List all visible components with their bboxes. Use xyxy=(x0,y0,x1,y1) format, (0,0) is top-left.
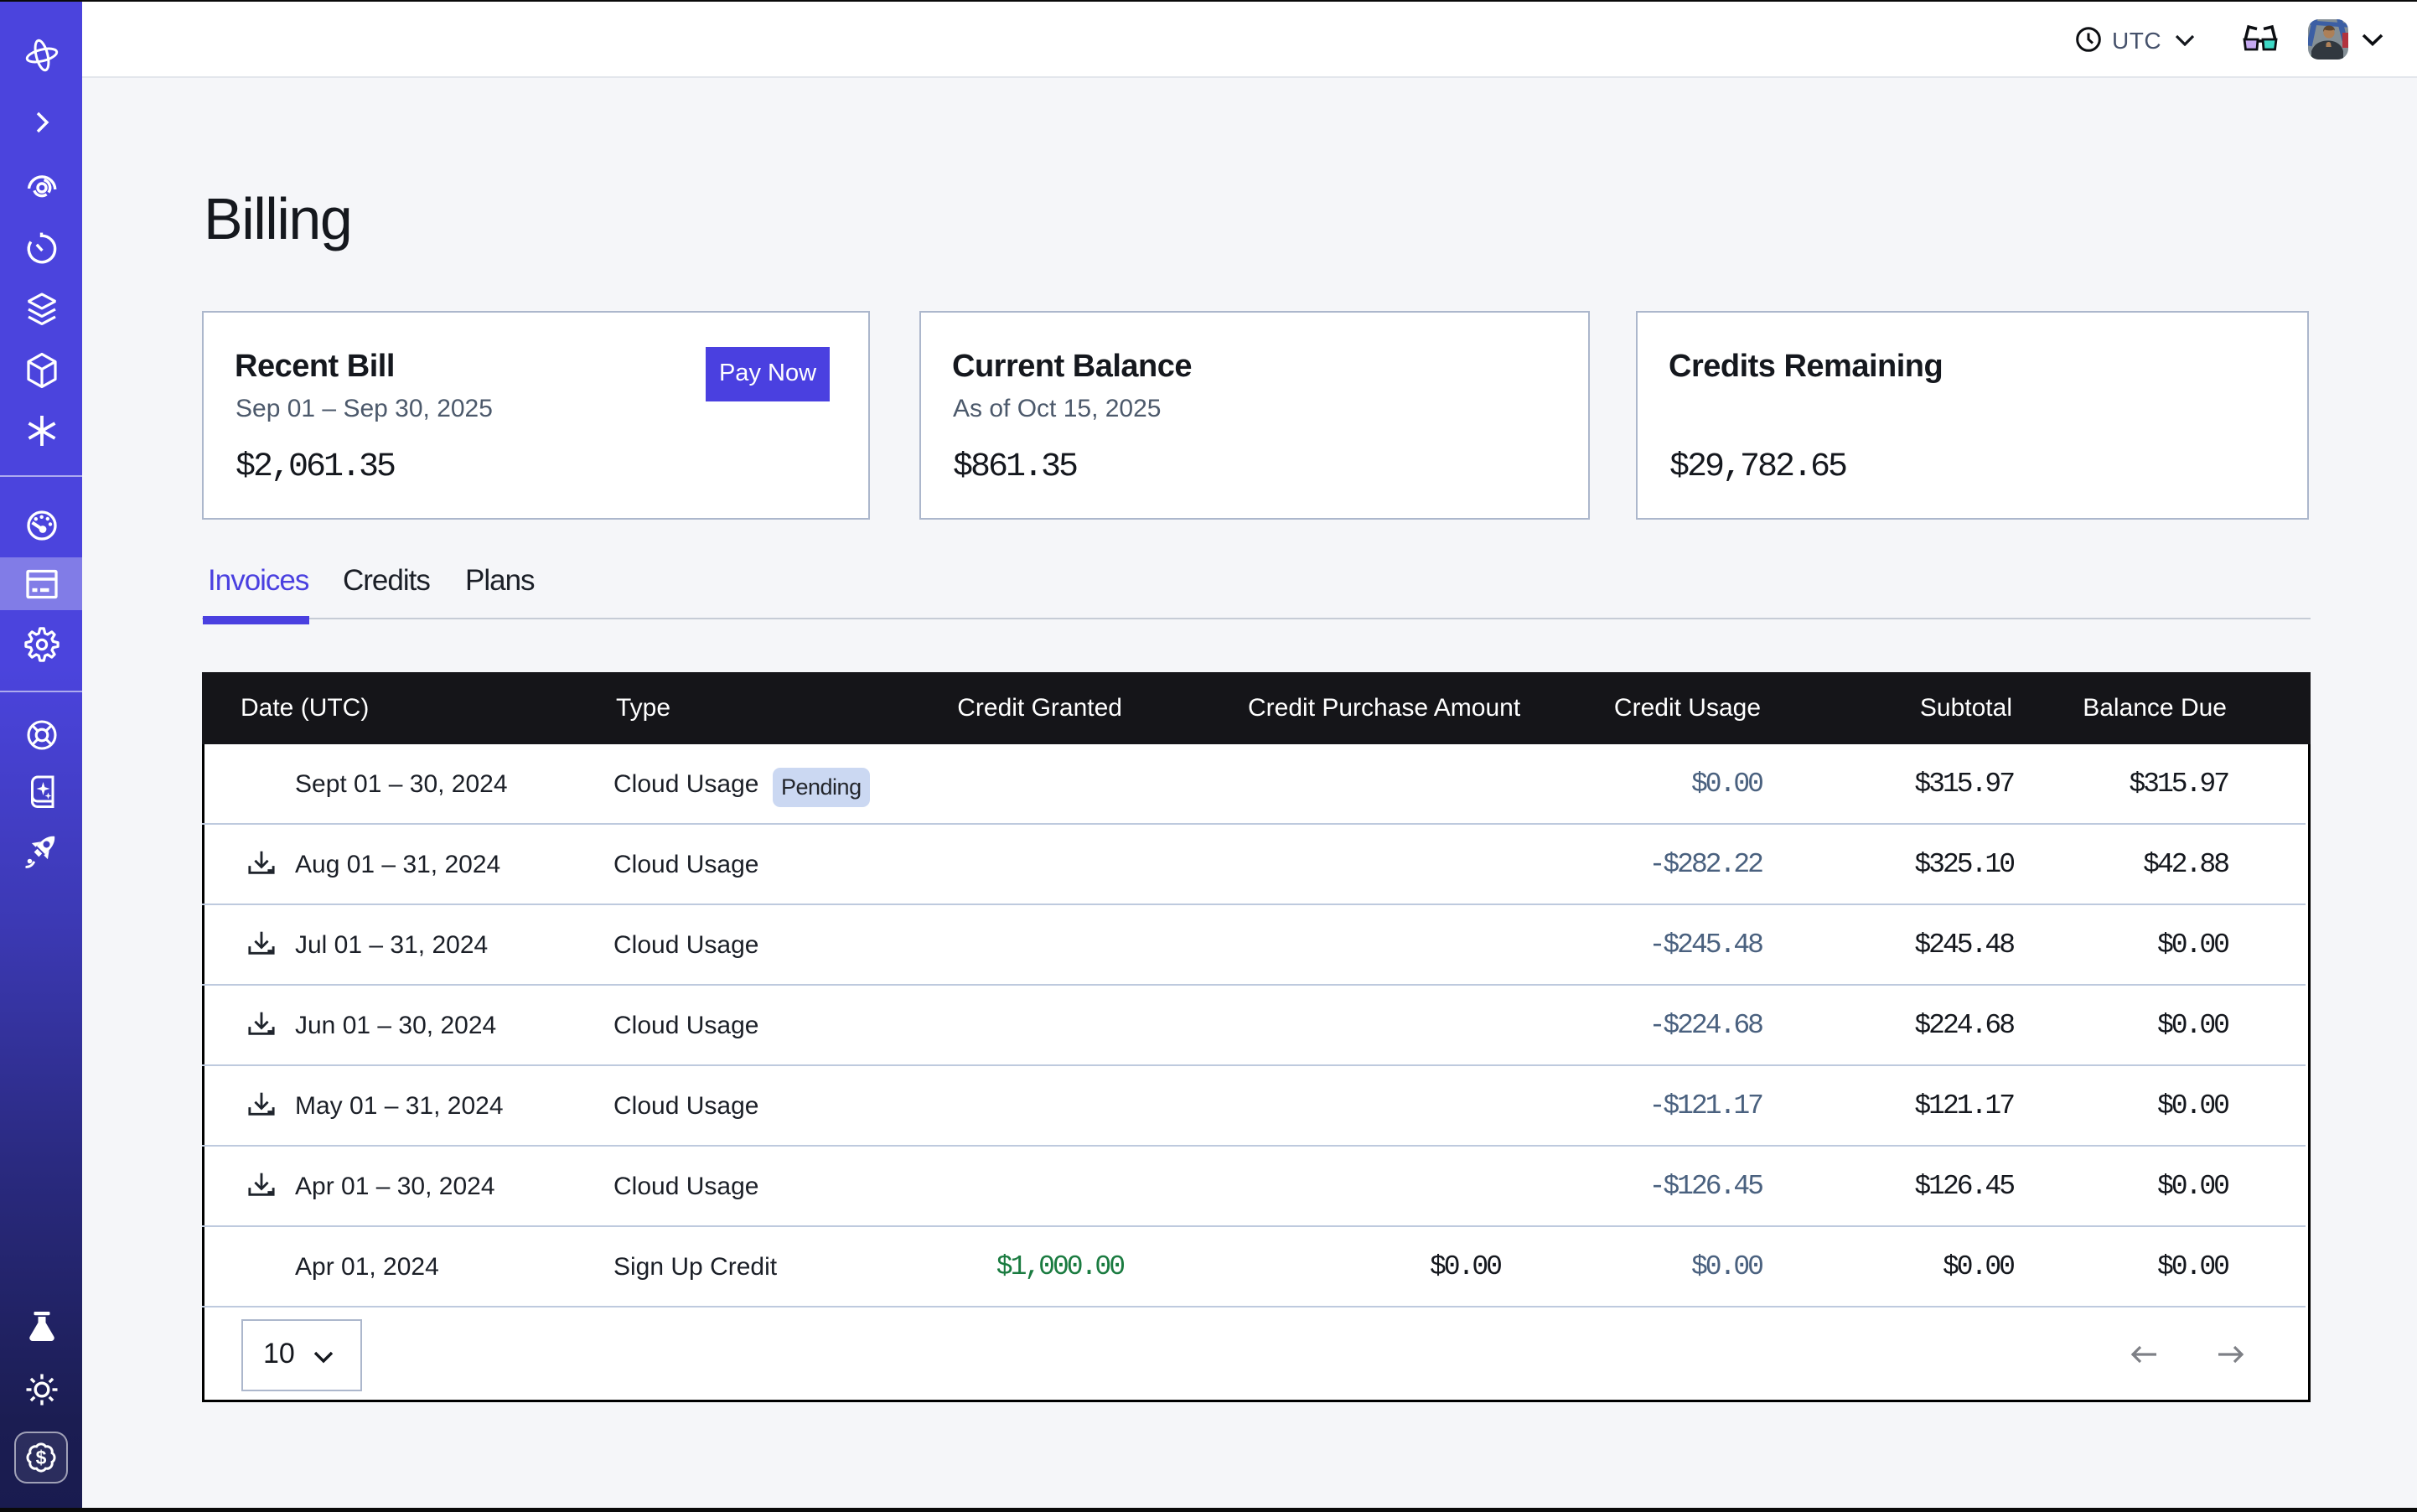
svg-text:$: $ xyxy=(36,1447,47,1468)
